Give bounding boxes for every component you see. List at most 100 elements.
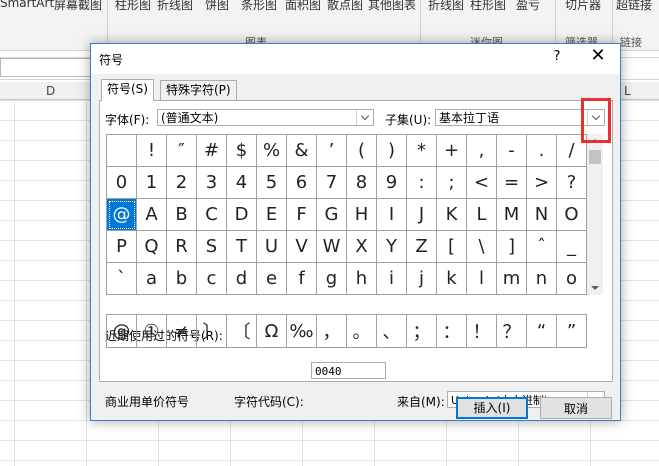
ribbon-bar-chart[interactable]: 条形图 — [241, 0, 277, 13]
symbol-cell[interactable]: D — [227, 199, 257, 231]
symbol-cell[interactable]: < — [467, 167, 497, 199]
symbol-cell[interactable]: ( — [347, 135, 377, 167]
symbol-cell[interactable]: Y — [377, 231, 407, 263]
recent-symbol-cell[interactable]: 〕 — [197, 315, 227, 348]
symbol-cell[interactable]: 5 — [257, 167, 287, 199]
recent-symbol-cell[interactable]: ： — [437, 315, 467, 348]
symbol-cell[interactable]: c — [197, 263, 227, 295]
symbol-cell[interactable]: F — [287, 199, 317, 231]
symbol-cell[interactable]: J — [407, 199, 437, 231]
ribbon-scatter-chart[interactable]: 散点图 — [327, 0, 363, 13]
ribbon-pie-chart[interactable]: 饼图 — [205, 0, 229, 13]
recent-symbol-cell[interactable]: ， — [317, 315, 347, 348]
symbol-cell[interactable]: 6 — [287, 167, 317, 199]
symbol-cell[interactable]: l — [467, 263, 497, 295]
symbol-cell[interactable]: ) — [377, 135, 407, 167]
symbol-cell[interactable]: K — [437, 199, 467, 231]
symbol-cell[interactable]: @ — [107, 199, 137, 231]
symbol-cell[interactable]: g — [317, 263, 347, 295]
close-button[interactable]: ✕ — [587, 45, 609, 66]
symbol-cell[interactable]: _ — [557, 231, 587, 263]
name-box[interactable] — [0, 58, 94, 77]
symbol-cell[interactable]: T — [227, 231, 257, 263]
symbol-cell[interactable]: N — [527, 199, 557, 231]
symbol-cell[interactable]: e — [257, 263, 287, 295]
symbol-cell[interactable]: j — [407, 263, 437, 295]
symbol-cell[interactable]: H — [347, 199, 377, 231]
symbol-cell[interactable]: + — [437, 135, 467, 167]
recent-symbol-cell[interactable]: 〔 — [227, 315, 257, 348]
symbol-cell[interactable]: M — [497, 199, 527, 231]
recent-symbol-cell[interactable]: ； — [407, 315, 437, 348]
symbol-cell[interactable]: ! — [137, 135, 167, 167]
symbol-cell[interactable]: Q — [137, 231, 167, 263]
symbol-cell[interactable]: * — [407, 135, 437, 167]
font-select[interactable]: (普通文本) — [157, 109, 374, 126]
symbol-cell[interactable]: ` — [107, 263, 137, 295]
symbol-cell[interactable]: = — [497, 167, 527, 199]
ribbon-column-chart[interactable]: 柱形图 — [115, 0, 151, 13]
recent-symbol-cell[interactable]: ‰ — [287, 315, 317, 348]
symbol-cell[interactable]: W — [317, 231, 347, 263]
cancel-button[interactable]: 取消 — [540, 397, 612, 419]
tab-special-characters[interactable]: 特殊字符(P) — [160, 80, 237, 100]
ribbon-smartart[interactable]: SmartArt — [0, 0, 54, 10]
symbol-cell[interactable]: L — [467, 199, 497, 231]
ribbon-sparkline-column[interactable]: 柱形图 — [470, 0, 506, 13]
symbol-cell[interactable]: ] — [497, 231, 527, 263]
recent-symbol-cell[interactable]: 。 — [347, 315, 377, 348]
symbol-cell[interactable]: U — [257, 231, 287, 263]
symbol-cell[interactable]: S — [197, 231, 227, 263]
symbol-cell[interactable]: 3 — [197, 167, 227, 199]
symbol-cell[interactable]: h — [347, 263, 377, 295]
column-letter-d[interactable]: D — [46, 84, 55, 98]
symbol-cell[interactable]: B — [167, 199, 197, 231]
column-letter-l[interactable]: L — [624, 84, 631, 98]
symbol-cell[interactable]: : — [407, 167, 437, 199]
symbol-cell[interactable]: O — [557, 199, 587, 231]
symbol-cell[interactable]: \ — [467, 231, 497, 263]
symbol-cell[interactable]: A — [137, 199, 167, 231]
symbol-cell[interactable]: 7 — [317, 167, 347, 199]
ribbon-slicer[interactable]: 切片器 — [565, 0, 601, 13]
symbol-cell[interactable]: R — [167, 231, 197, 263]
symbol-cell[interactable]: ’ — [317, 135, 347, 167]
recent-symbol-cell[interactable]: ” — [557, 315, 587, 348]
symbol-cell[interactable]: [ — [437, 231, 467, 263]
symbol-cell[interactable]: # — [197, 135, 227, 167]
recent-symbol-cell[interactable]: “ — [527, 315, 557, 348]
symbol-cell[interactable]: n — [527, 263, 557, 295]
symbol-cell[interactable]: G — [317, 199, 347, 231]
help-button[interactable]: ? — [549, 49, 565, 64]
recent-symbol-cell[interactable]: ≠ — [167, 315, 197, 348]
ribbon-hyperlink[interactable]: 超链接 — [616, 0, 652, 13]
symbol-cell[interactable]: k — [437, 263, 467, 295]
symbol-cell[interactable]: E — [257, 199, 287, 231]
ribbon-sparkline-winloss[interactable]: 盈亏 — [516, 0, 540, 13]
symbol-cell[interactable]: 2 — [167, 167, 197, 199]
symbol-cell[interactable]: 1 — [137, 167, 167, 199]
symbol-cell[interactable]: i — [377, 263, 407, 295]
symbol-cell[interactable]: ˆ — [527, 231, 557, 263]
recent-symbol-cell[interactable]: ？ — [497, 315, 527, 348]
recent-symbol-cell[interactable]: ① — [137, 315, 167, 348]
symbol-cell[interactable]: > — [527, 167, 557, 199]
font-dropdown-button[interactable] — [356, 110, 373, 125]
recent-symbol-cell[interactable]: ！ — [467, 315, 497, 348]
symbol-cell[interactable]: a — [137, 263, 167, 295]
symbol-cell[interactable]: & — [287, 135, 317, 167]
symbol-cell[interactable]: / — [557, 135, 587, 167]
symbol-cell[interactable]: 0 — [107, 167, 137, 199]
symbol-grid-scrollbar[interactable] — [587, 134, 603, 295]
char-code-input[interactable]: 0040 — [311, 362, 386, 379]
tab-symbols[interactable]: 符号(S) — [101, 79, 154, 101]
recent-symbol-cell[interactable]: 、 — [377, 315, 407, 348]
ribbon-screenshot[interactable]: 屏幕截图 — [54, 0, 102, 13]
ribbon-other-charts[interactable]: 其他图表 — [368, 0, 416, 13]
symbol-cell[interactable]: ″ — [167, 135, 197, 167]
symbol-cell[interactable]: ; — [437, 167, 467, 199]
recent-symbol-cell[interactable]: @ — [107, 315, 137, 348]
symbol-cell[interactable]: . — [527, 135, 557, 167]
subset-dropdown-button[interactable] — [587, 110, 604, 125]
symbol-cell[interactable]: m — [497, 263, 527, 295]
